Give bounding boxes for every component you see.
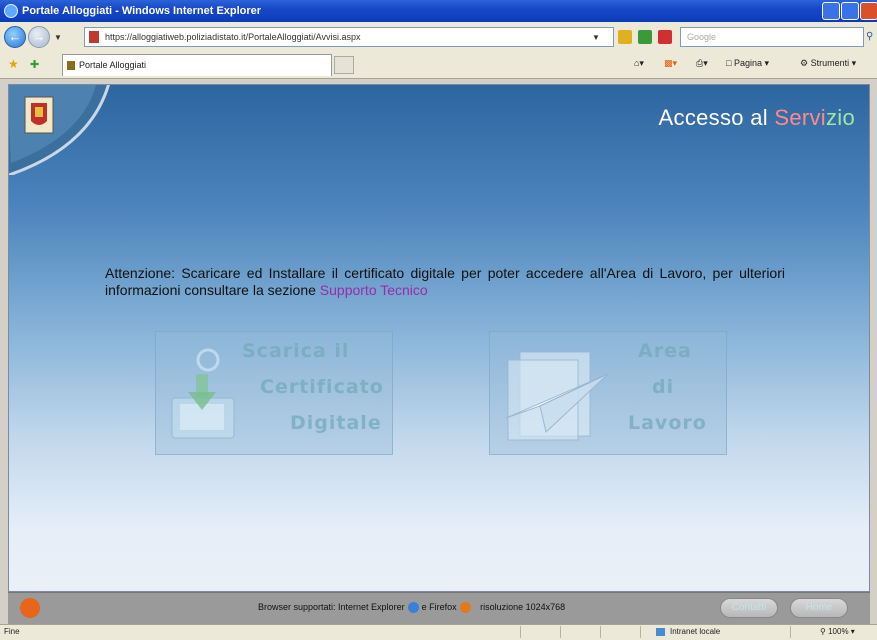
paper-plane-icon (505, 351, 609, 441)
tools-menu[interactable]: ⚙ Strumenti ▾ (800, 58, 856, 69)
footer-browsers: Browser supportati: Internet Explorer (258, 602, 405, 612)
page-content: Accesso al Servizio Attenzione: Scaricar… (8, 84, 870, 592)
forward-button[interactable]: → (28, 26, 50, 48)
police-crest-logo (9, 85, 110, 175)
page-title: Accesso al Servizio (659, 105, 855, 131)
feeds-icon[interactable]: ▩▾ (664, 58, 677, 69)
history-dropdown-icon[interactable]: ▼ (54, 33, 62, 42)
home-button[interactable]: Home (790, 598, 848, 618)
tab-favicon (67, 61, 75, 70)
rss-icon[interactable] (20, 598, 40, 618)
search-icon[interactable]: ⚲ (866, 31, 873, 42)
work-area-line1: Area (638, 340, 692, 362)
download-certificate-button[interactable]: Scarica il Certificato Digitale (155, 331, 393, 455)
page-menu-label: Pagina (733, 58, 762, 68)
work-area-line3: Lavoro (628, 412, 707, 434)
maximize-button[interactable] (841, 2, 859, 20)
internet-explorer-icon (4, 4, 18, 18)
home-icon[interactable]: ⌂▾ (634, 58, 644, 69)
window-title-bar: Portale Alloggiati - Windows Internet Ex… (0, 0, 877, 22)
work-area-button[interactable]: Area di Lavoro (489, 331, 727, 455)
address-toolbar: ← → ▼ https://alloggiatiweb.poliziadista… (0, 22, 877, 53)
back-button[interactable]: ← (4, 26, 26, 48)
tools-menu-label: Strumenti (810, 58, 850, 68)
minimize-button[interactable] (822, 2, 840, 20)
add-favorites-icon[interactable]: ✚ (30, 58, 39, 71)
print-icon[interactable]: ⎙▾ (696, 58, 708, 69)
stop-icon[interactable] (658, 30, 672, 44)
lock-icon[interactable] (618, 30, 632, 44)
page-title-part1: Accesso al (658, 105, 775, 130)
page-icon (89, 31, 99, 43)
site-footer: Browser supportati: Internet Explorer e F… (8, 592, 870, 624)
security-zone: Intranet locale (670, 627, 721, 636)
address-input[interactable]: https://alloggiatiweb.poliziadistato.it/… (84, 27, 614, 47)
contacts-button[interactable]: Contatti (720, 598, 778, 618)
zoom-level[interactable]: ⚲ 100% ▾ (820, 625, 855, 639)
tab-portale-alloggiati[interactable]: Portale Alloggiati (62, 54, 332, 76)
refresh-icon[interactable] (638, 30, 652, 44)
download-icon (171, 348, 235, 439)
certificate-notice: Attenzione: Scaricare ed Installare il c… (105, 265, 785, 299)
download-line1: Scarica il (242, 340, 350, 362)
notice-text: Attenzione: Scaricare ed Installare il c… (105, 265, 785, 298)
close-button[interactable] (860, 2, 877, 20)
status-bar: Fine Intranet locale ⚲ 100% ▾ (0, 624, 877, 640)
favorites-star-icon[interactable]: ★ (8, 57, 19, 71)
firefox-icon (459, 602, 471, 614)
footer-firefox: e Firefox (421, 602, 457, 612)
address-dropdown-icon[interactable]: ▼ (592, 33, 600, 42)
page-title-part3: zio (825, 105, 855, 130)
intranet-icon (656, 628, 665, 636)
tab-title: Portale Alloggiati (79, 60, 147, 70)
window-title: Portale Alloggiati - Windows Internet Ex… (22, 5, 262, 17)
page-title-part2: Servi (774, 105, 826, 130)
search-input[interactable]: Google (680, 27, 864, 47)
footer-info: Browser supportati: Internet Explorer e F… (258, 602, 566, 614)
page-menu[interactable]: □ Pagina ▾ (726, 58, 769, 69)
tab-bar: ★ ✚ Portale Alloggiati ⌂▾ ▩▾ ⎙▾ □ Pagina… (0, 52, 877, 79)
footer-resolution: risoluzione 1024x768 (480, 602, 566, 612)
download-line2: Certificato (260, 376, 384, 398)
address-url: https://alloggiatiweb.poliziadistato.it/… (105, 32, 361, 42)
support-link[interactable]: Supporto Tecnico (320, 282, 428, 298)
download-line3: Digitale (290, 412, 382, 434)
zoom-value: 100% (828, 627, 849, 636)
internet-explorer-icon (407, 602, 419, 614)
status-text: Fine (4, 627, 20, 636)
new-tab-button[interactable] (334, 56, 354, 74)
work-area-line2: di (652, 376, 675, 398)
